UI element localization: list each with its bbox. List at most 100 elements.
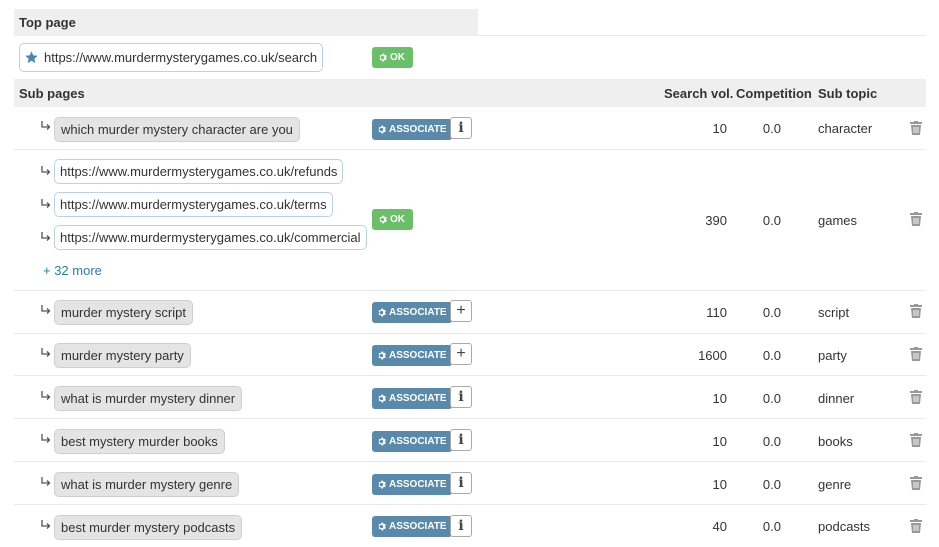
search-vol-value: 1600 — [698, 348, 727, 363]
subdirectory-arrow-icon — [40, 304, 52, 316]
search-vol-value: 10 — [712, 434, 727, 449]
keyword-pill[interactable]: best mystery murder books — [54, 429, 225, 454]
info-icon: i — [458, 475, 464, 491]
associate-button[interactable]: ASSOCIATE — [372, 345, 452, 366]
associate-label: ASSOCIATE — [389, 350, 447, 361]
keyword-pill[interactable]: which murder mystery character are you — [54, 117, 300, 142]
subdirectory-arrow-icon — [40, 347, 52, 359]
trash-icon[interactable] — [910, 212, 922, 226]
divider — [14, 333, 926, 334]
associate-button[interactable]: ASSOCIATE — [372, 302, 452, 323]
associate-label: ASSOCIATE — [389, 124, 447, 135]
gear-icon — [378, 394, 386, 403]
add-button[interactable]: + — [450, 300, 472, 322]
keyword-pill[interactable]: best murder mystery podcasts — [54, 515, 243, 540]
column-header-search-vol[interactable]: Search vol. — [664, 86, 733, 101]
competition-value: 0.0 — [762, 477, 781, 492]
associate-button[interactable]: ASSOCIATE — [372, 474, 452, 495]
trash-icon[interactable] — [910, 476, 922, 490]
search-vol-value: 390 — [705, 213, 727, 228]
competition-value: 0.0 — [762, 305, 781, 320]
trash-icon[interactable] — [910, 347, 922, 361]
ok-label: OK — [390, 52, 405, 63]
associate-label: ASSOCIATE — [389, 393, 447, 404]
sub-pages-header: Sub pages Search vol. Competition Sub to… — [14, 79, 926, 107]
gear-icon — [378, 437, 386, 446]
associate-label: ASSOCIATE — [389, 521, 447, 532]
sub-topic-value: dinner — [818, 391, 855, 406]
subdirectory-arrow-icon — [40, 519, 52, 531]
subdirectory-arrow-icon — [40, 433, 52, 445]
divider — [14, 375, 926, 376]
divider — [478, 35, 926, 36]
trash-icon[interactable] — [910, 433, 922, 447]
keyword-pill[interactable]: what is murder mystery dinner — [54, 386, 243, 411]
gear-icon — [379, 215, 387, 224]
keyword-pill[interactable]: murder mystery party — [54, 343, 191, 368]
associate-label: ASSOCIATE — [389, 479, 447, 490]
column-header-competition[interactable]: Competition — [736, 86, 812, 101]
url-pill[interactable]: https://www.murdermysterygames.co.uk/ter… — [54, 192, 333, 217]
url-pill[interactable]: https://www.murdermysterygames.co.uk/com… — [54, 225, 367, 250]
associate-button[interactable]: ASSOCIATE — [372, 516, 452, 537]
divider — [14, 290, 926, 291]
gear-icon — [378, 125, 386, 134]
search-vol-value: 10 — [712, 121, 727, 136]
subdirectory-arrow-icon — [40, 165, 52, 177]
sub-topic-value: genre — [818, 477, 852, 492]
trash-icon[interactable] — [910, 519, 922, 533]
sub-topic-value: script — [818, 305, 850, 320]
add-button[interactable]: + — [450, 343, 472, 365]
plus-icon: + — [456, 302, 466, 319]
competition-value: 0.0 — [762, 348, 781, 363]
info-icon: i — [458, 518, 464, 534]
keyword-pill[interactable]: murder mystery script — [54, 300, 193, 325]
info-button[interactable]: i — [450, 429, 472, 451]
ok-button[interactable]: OK — [372, 209, 413, 230]
column-header-sub-topic[interactable]: Sub topic — [818, 86, 877, 101]
keyword-pill[interactable]: what is murder mystery genre — [54, 472, 240, 497]
gear-icon — [378, 308, 386, 317]
top-page-url-pill[interactable]: https://www.murdermysterygames.co.uk/sea… — [19, 43, 324, 72]
trash-icon[interactable] — [910, 121, 922, 135]
competition-value: 0.0 — [762, 519, 781, 534]
info-button[interactable]: i — [450, 117, 472, 139]
divider — [14, 504, 926, 505]
trash-icon[interactable] — [910, 304, 922, 318]
info-icon: i — [458, 120, 464, 136]
info-button[interactable]: i — [450, 386, 472, 408]
associate-button[interactable]: ASSOCIATE — [372, 431, 452, 452]
associate-button[interactable]: ASSOCIATE — [372, 119, 452, 140]
subdirectory-arrow-icon — [40, 231, 52, 243]
search-vol-value: 10 — [712, 477, 727, 492]
divider — [14, 461, 926, 462]
star-icon — [25, 51, 38, 64]
associate-label: ASSOCIATE — [389, 307, 447, 318]
more-link[interactable]: + 32 more — [43, 263, 102, 278]
ok-label: OK — [390, 214, 405, 225]
url-pill[interactable]: https://www.murdermysterygames.co.uk/ref… — [54, 159, 344, 184]
sub-topic-value: party — [818, 348, 847, 363]
top-page-header: Top page — [14, 9, 478, 36]
subdirectory-arrow-icon — [40, 120, 52, 132]
top-page-ok-button[interactable]: OK — [372, 47, 413, 68]
info-icon: i — [458, 389, 464, 405]
divider — [14, 149, 926, 150]
info-button[interactable]: i — [450, 472, 472, 494]
subdirectory-arrow-icon — [40, 476, 52, 488]
plus-icon: + — [456, 345, 466, 362]
search-vol-value: 40 — [712, 519, 727, 534]
competition-value: 0.0 — [762, 121, 781, 136]
gear-icon — [379, 53, 387, 62]
subdirectory-arrow-icon — [40, 390, 52, 402]
competition-value: 0.0 — [762, 391, 781, 406]
search-vol-value: 110 — [706, 305, 727, 320]
trash-icon[interactable] — [910, 390, 922, 404]
sub-topic-value: character — [818, 121, 873, 136]
associate-button[interactable]: ASSOCIATE — [372, 388, 452, 409]
sub-pages-heading: Sub pages — [19, 86, 85, 101]
sub-topic-value: games — [818, 213, 858, 228]
info-button[interactable]: i — [450, 515, 472, 537]
gear-icon — [378, 480, 386, 489]
divider — [14, 418, 926, 419]
